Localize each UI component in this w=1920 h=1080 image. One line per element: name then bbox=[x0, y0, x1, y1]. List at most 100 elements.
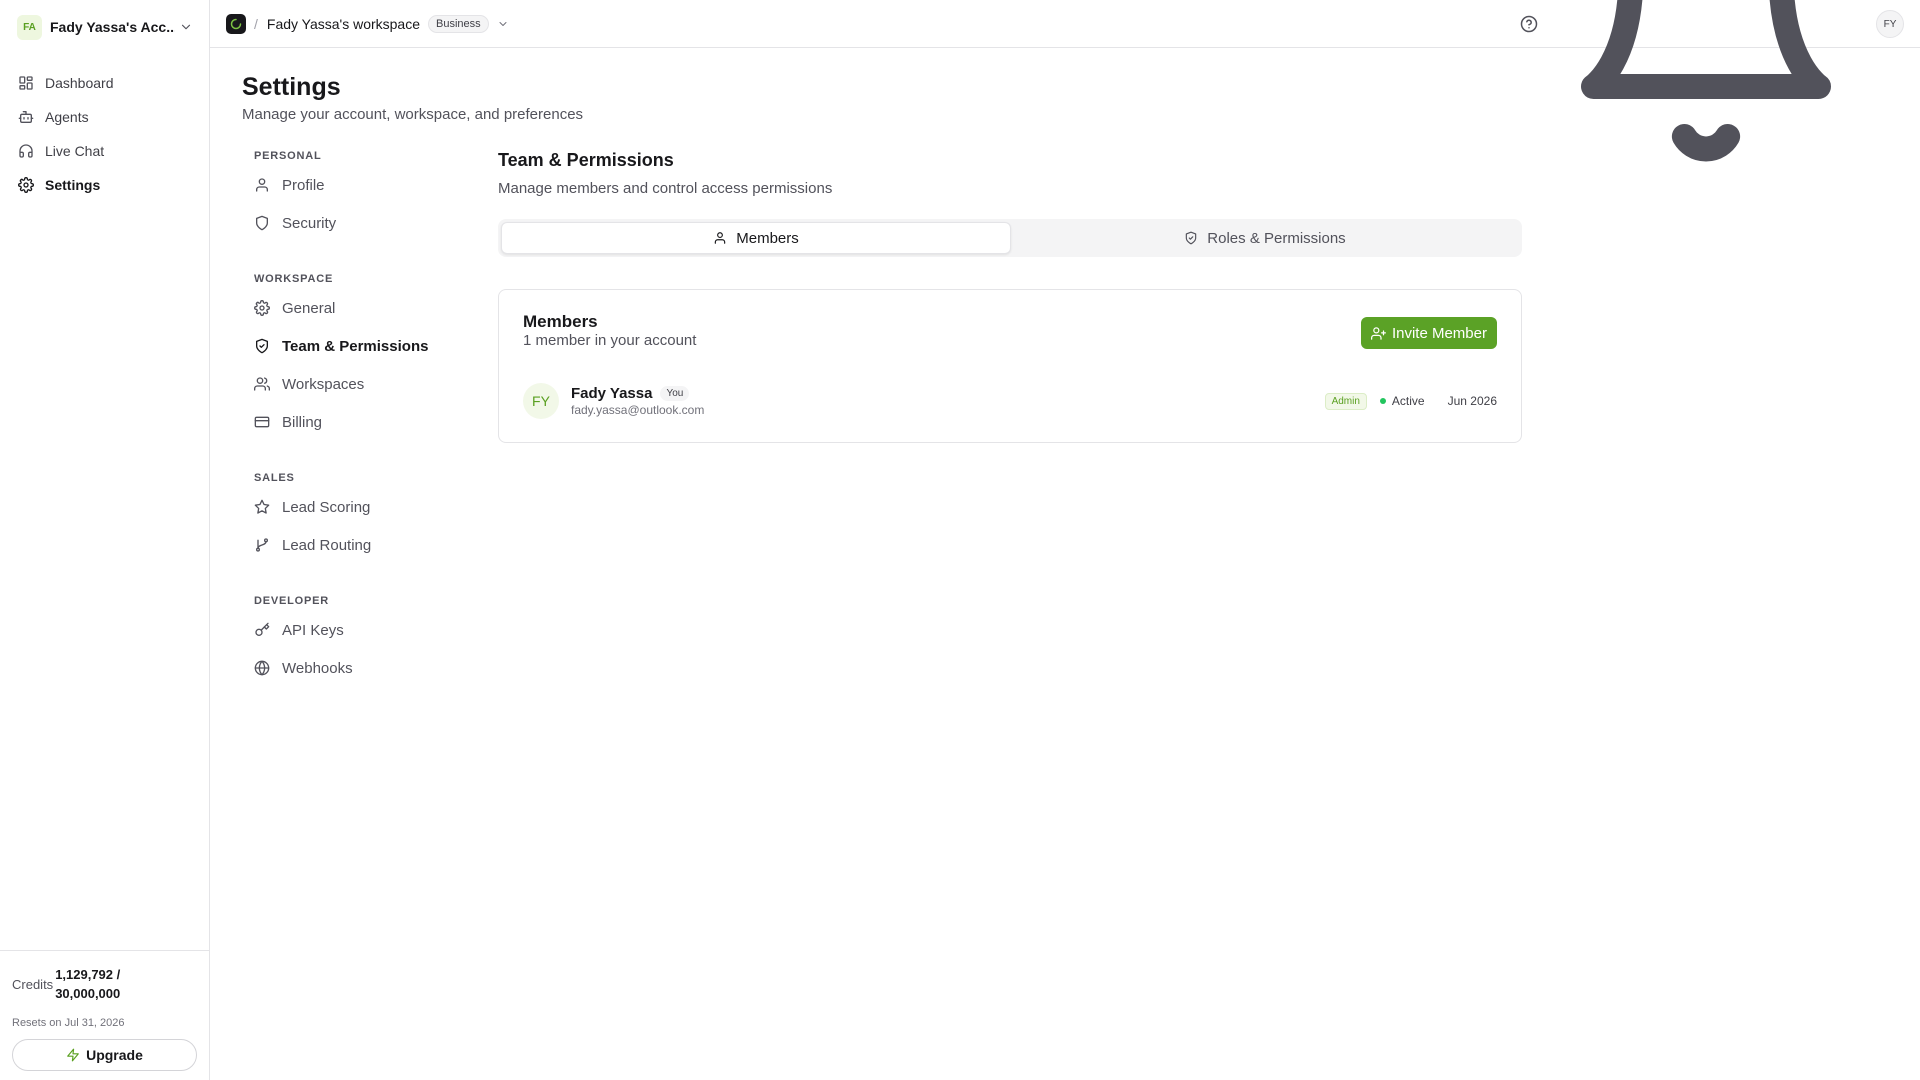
nav-item-live-chat[interactable]: Live Chat bbox=[12, 134, 198, 168]
key-icon bbox=[254, 622, 270, 638]
nav-item-agents[interactable]: Agents bbox=[12, 100, 198, 134]
nav-item-label: Agents bbox=[45, 109, 89, 125]
notifications-button[interactable]: 9+ bbox=[1556, 0, 1856, 174]
star-icon bbox=[254, 499, 270, 515]
settings-item-webhooks[interactable]: Webhooks bbox=[246, 649, 466, 687]
invite-member-label: Invite Member bbox=[1391, 324, 1487, 342]
credits-reset-date: Resets on Jul 31, 2026 bbox=[12, 1017, 125, 1029]
users-icon bbox=[254, 376, 270, 392]
card-title: Members bbox=[523, 312, 598, 331]
tab-label: Roles & Permissions bbox=[1207, 229, 1346, 247]
credits-total: 30,000,000 bbox=[55, 986, 121, 1001]
credit-card-icon bbox=[254, 414, 270, 430]
member-name: Fady Yassa bbox=[571, 385, 653, 402]
member-row[interactable]: FY Fady Yassa You fady.yassa@outlook.com… bbox=[523, 382, 1497, 420]
settings-item-label: API Keys bbox=[282, 621, 344, 639]
settings-item-profile[interactable]: Profile bbox=[246, 166, 466, 204]
gear-icon bbox=[18, 177, 34, 193]
upgrade-button[interactable]: Upgrade bbox=[12, 1039, 197, 1071]
breadcrumb-separator: / bbox=[254, 15, 258, 32]
section-label-personal: PERSONAL bbox=[254, 150, 322, 162]
tab-label: Members bbox=[736, 229, 799, 247]
lightning-icon bbox=[66, 1048, 80, 1062]
account-name: Fady Yassa's Acc... bbox=[50, 19, 175, 35]
nav-item-dashboard[interactable]: Dashboard bbox=[12, 66, 198, 100]
settings-item-label: General bbox=[282, 299, 336, 317]
user-plus-icon bbox=[1370, 326, 1386, 341]
invite-member-button[interactable]: Invite Member bbox=[1360, 317, 1497, 349]
gear-icon bbox=[254, 300, 270, 316]
nav-item-settings[interactable]: Settings bbox=[12, 168, 198, 202]
git-branch-icon bbox=[254, 537, 270, 553]
app-sidebar: FA Fady Yassa's Acc... Dashboard Agents … bbox=[0, 0, 210, 1080]
user-icon bbox=[254, 177, 270, 193]
settings-item-api-keys[interactable]: API Keys bbox=[246, 611, 466, 649]
settings-item-label: Team & Permissions bbox=[282, 337, 429, 355]
team-permissions-panel: Team & Permissions Manage members and co… bbox=[498, 150, 1522, 443]
shield-icon bbox=[254, 215, 270, 231]
role-badge: Admin bbox=[1324, 392, 1367, 410]
page-title: Settings bbox=[242, 73, 341, 101]
settings-item-team-permissions[interactable]: Team & Permissions bbox=[246, 327, 466, 365]
section-title: Team & Permissions bbox=[498, 150, 674, 170]
headphones-icon bbox=[18, 143, 34, 159]
settings-item-label: Security bbox=[282, 214, 337, 232]
tab-roles-permissions[interactable]: Roles & Permissions bbox=[1011, 222, 1519, 254]
settings-item-lead-scoring[interactable]: Lead Scoring bbox=[246, 488, 466, 526]
user-avatar[interactable]: FY bbox=[1876, 10, 1904, 38]
settings-item-general[interactable]: General bbox=[246, 289, 466, 327]
status-indicator: Active bbox=[1379, 394, 1425, 408]
status-dot bbox=[1379, 398, 1386, 404]
section-label-sales: SALES bbox=[254, 472, 295, 484]
settings-item-label: Profile bbox=[282, 176, 325, 194]
settings-item-workspaces[interactable]: Workspaces bbox=[246, 365, 466, 403]
dashboard-icon bbox=[18, 75, 34, 91]
member-count: 1 member in your account bbox=[523, 332, 697, 349]
nav-item-label: Settings bbox=[45, 177, 101, 193]
shield-check-icon bbox=[1184, 231, 1198, 245]
chevron-down-icon[interactable] bbox=[497, 18, 509, 30]
chevron-down-icon bbox=[179, 20, 193, 34]
tab-members[interactable]: Members bbox=[501, 222, 1011, 254]
settings-item-label: Workspaces bbox=[282, 375, 365, 393]
page-subtitle: Manage your account, workspace, and pref… bbox=[242, 106, 584, 123]
bot-icon bbox=[18, 109, 34, 125]
help-icon[interactable] bbox=[1520, 15, 1538, 33]
bell-icon bbox=[1556, 0, 1856, 174]
upgrade-label: Upgrade bbox=[86, 1047, 143, 1063]
globe-icon bbox=[254, 660, 270, 676]
settings-item-security[interactable]: Security bbox=[246, 204, 466, 242]
credits-used: 1,129,792 / bbox=[55, 967, 121, 982]
tabs: Members Roles & Permissions bbox=[498, 219, 1522, 257]
workspace-name[interactable]: Fady Yassa's workspace bbox=[267, 16, 420, 32]
joined-date: Jun 2026 bbox=[1447, 394, 1497, 408]
settings-item-billing[interactable]: Billing bbox=[246, 403, 466, 441]
credits-value: 1,129,792 / 30,000,000 bbox=[55, 965, 145, 1003]
credits-label: Credits bbox=[12, 976, 54, 992]
plan-badge: Business bbox=[428, 14, 489, 33]
account-switcher[interactable]: FA Fady Yassa's Acc... bbox=[12, 13, 198, 41]
section-subtitle: Manage members and control access permis… bbox=[498, 180, 833, 197]
settings-item-label: Billing bbox=[282, 413, 323, 431]
user-icon bbox=[713, 231, 727, 245]
app-logo[interactable] bbox=[226, 13, 246, 34]
settings-nav: PERSONAL Profile Security WORKSPACE Gene… bbox=[246, 146, 466, 687]
nav-item-label: Live Chat bbox=[45, 143, 105, 159]
section-label-workspace: WORKSPACE bbox=[254, 273, 334, 285]
top-bar: / Fady Yassa's workspace Business 9+ FY bbox=[210, 0, 1920, 162]
member-avatar: FY bbox=[523, 383, 559, 419]
credits-panel: Credits 1,129,792 / 30,000,000 Resets on… bbox=[0, 950, 209, 1080]
nav-item-label: Dashboard bbox=[45, 75, 114, 91]
shield-check-icon bbox=[254, 338, 270, 354]
settings-item-lead-routing[interactable]: Lead Routing bbox=[246, 526, 466, 564]
you-badge: You bbox=[660, 386, 690, 401]
status-label: Active bbox=[1391, 394, 1425, 408]
settings-item-label: Lead Scoring bbox=[282, 498, 371, 516]
settings-item-label: Lead Routing bbox=[282, 536, 372, 554]
section-label-developer: DEVELOPER bbox=[254, 595, 330, 607]
member-email: fady.yassa@outlook.com bbox=[571, 403, 705, 417]
members-card: Members 1 member in your account Invite … bbox=[498, 289, 1522, 443]
app-nav: Dashboard Agents Live Chat Settings bbox=[12, 66, 198, 202]
settings-item-label: Webhooks bbox=[282, 659, 353, 677]
account-avatar: FA bbox=[17, 14, 42, 40]
